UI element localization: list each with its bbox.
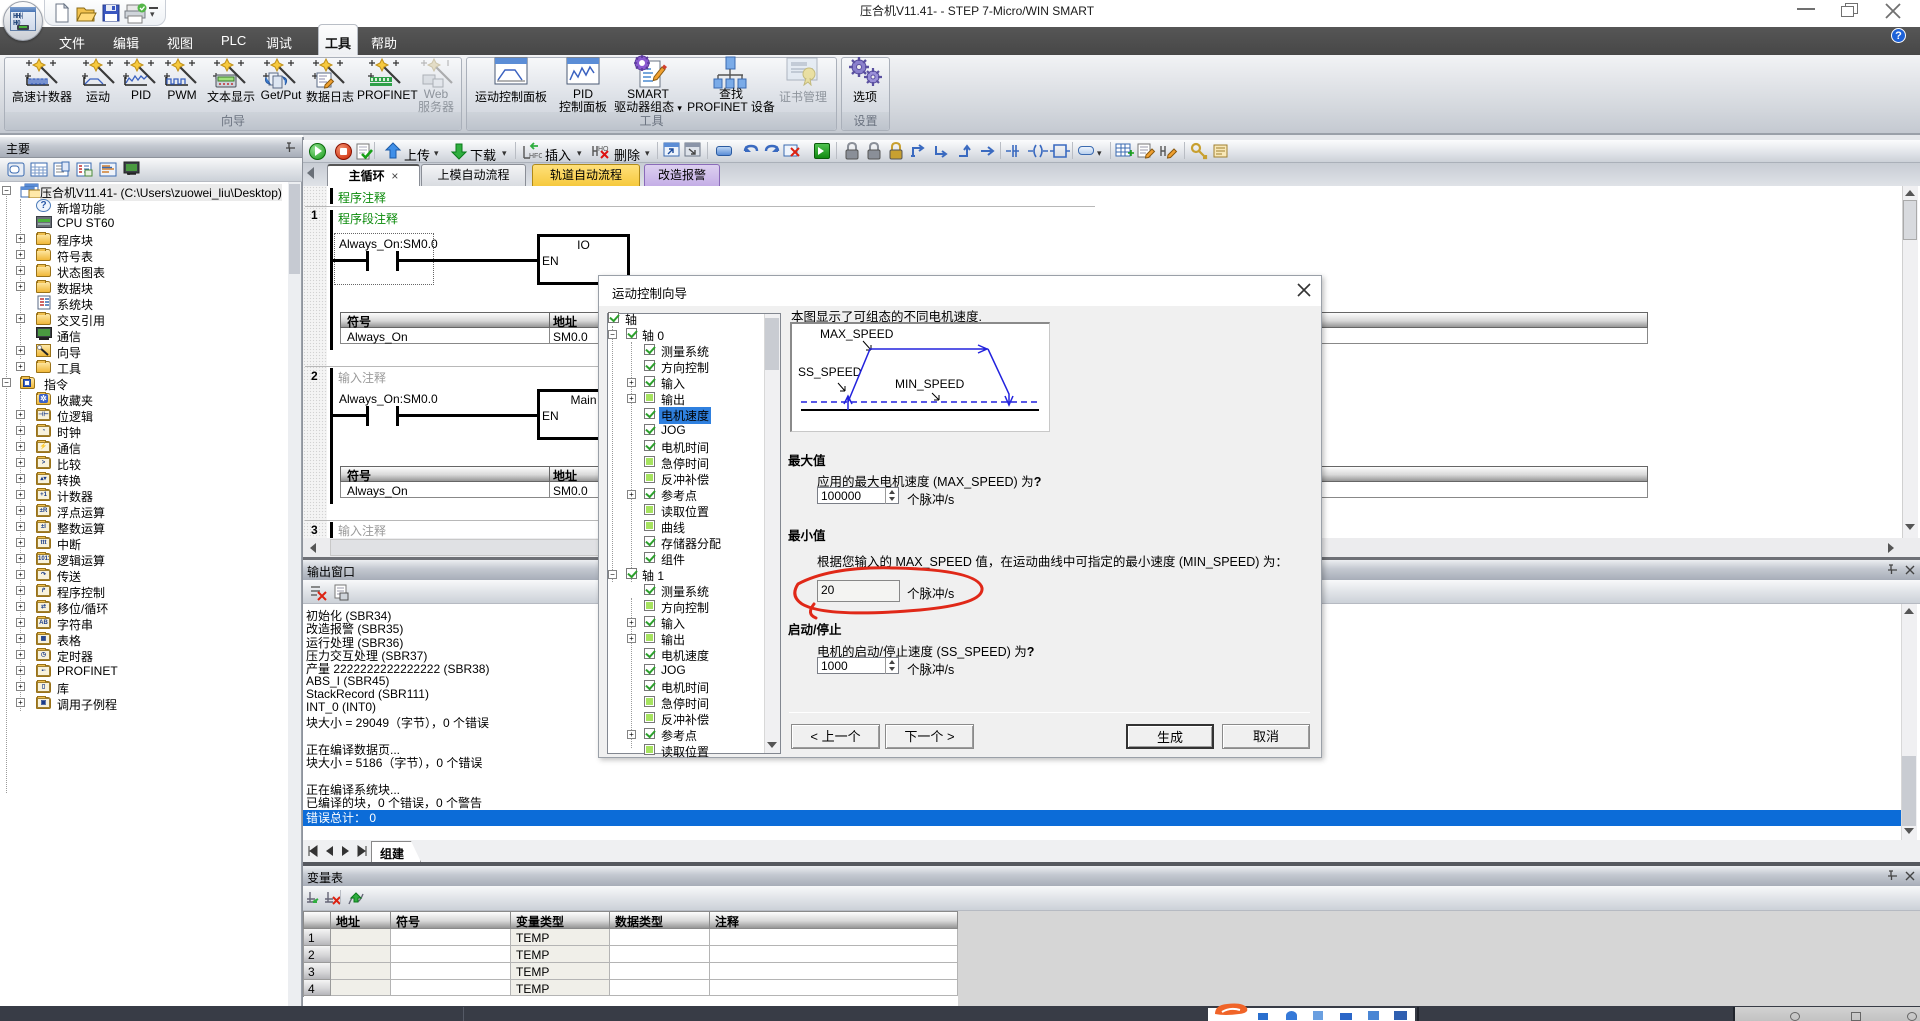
svg-text:SS_SPEED: SS_SPEED xyxy=(798,365,862,379)
svg-text:MAX_SPEED: MAX_SPEED xyxy=(820,327,894,341)
svg-text:HFO: HFO xyxy=(529,153,542,160)
svg-text:MIN_SPEED: MIN_SPEED xyxy=(895,377,965,391)
